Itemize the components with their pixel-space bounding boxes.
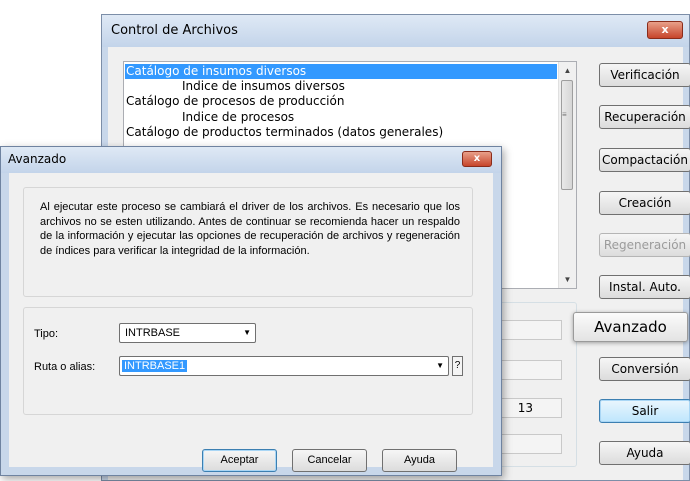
list-item[interactable]: Catálogo de procesos de producción	[126, 94, 344, 109]
recuperacion-button[interactable]: Recuperación	[599, 105, 690, 129]
settings-panel: Tipo: INTRBASE ▼ Ruta o alias: INTRBASE1…	[23, 307, 473, 415]
tipo-select[interactable]: INTRBASE ▼	[119, 323, 256, 343]
ayuda-button[interactable]: Ayuda	[599, 441, 690, 465]
chevron-down-icon[interactable]: ▼	[243, 324, 251, 342]
regeneracion-button[interactable]: Regeneración	[599, 233, 690, 257]
ruta-combobox[interactable]: INTRBASE1 ▼	[119, 356, 449, 376]
scroll-thumb[interactable]	[561, 80, 573, 190]
dialog-close-button[interactable]: x	[462, 151, 492, 167]
ruta-label: Ruta o alias:	[34, 361, 96, 373]
tipo-value: INTRBASE	[125, 327, 181, 339]
dialog-title: Avanzado	[8, 152, 67, 166]
tipo-label: Tipo:	[34, 328, 59, 340]
vertical-scrollbar[interactable]: ▲ ≡ ▼	[558, 62, 576, 288]
scroll-up-icon[interactable]: ▲	[559, 62, 576, 79]
avanzado-dialog: Avanzado x Al ejecutar este proceso se c…	[0, 146, 502, 476]
instal-auto-button[interactable]: Instal. Auto.	[599, 275, 690, 299]
salir-button[interactable]: Salir	[599, 399, 690, 423]
list-item[interactable]: Indice de procesos	[182, 110, 294, 125]
conversion-button[interactable]: Conversión	[599, 357, 690, 381]
warning-message: Al ejecutar este proceso se cambiará el …	[40, 201, 460, 257]
title-bar[interactable]: Control de Archivos x	[102, 15, 689, 47]
cancelar-button[interactable]: Cancelar	[292, 449, 367, 472]
verificacion-button[interactable]: Verificación	[599, 63, 690, 87]
close-button[interactable]: x	[647, 21, 683, 39]
message-panel: Al ejecutar este proceso se cambiará el …	[23, 187, 473, 297]
help-icon[interactable]: ?	[452, 356, 463, 376]
ruta-value: INTRBASE1	[122, 360, 188, 372]
scroll-down-icon[interactable]: ▼	[559, 271, 576, 288]
aceptar-button[interactable]: Aceptar	[202, 449, 277, 472]
creacion-button[interactable]: Creación	[599, 191, 690, 215]
dialog-client-area: Al ejecutar este proceso se cambiará el …	[9, 173, 493, 472]
window-title: Control de Archivos	[111, 23, 238, 38]
dialog-title-bar[interactable]: Avanzado x	[1, 147, 501, 173]
compactacion-button[interactable]: Compactación	[599, 148, 690, 172]
avanzado-button[interactable]: Avanzado	[573, 312, 688, 342]
chevron-down-icon[interactable]: ▼	[436, 357, 444, 375]
dialog-ayuda-button[interactable]: Ayuda	[382, 449, 457, 472]
list-item[interactable]: Catálogo de insumos diversos	[125, 64, 557, 79]
list-item[interactable]: Indice de insumos diversos	[182, 79, 345, 94]
scroll-grip-icon: ≡	[562, 110, 567, 119]
list-item[interactable]: Catálogo de productos terminados (datos …	[126, 125, 443, 140]
